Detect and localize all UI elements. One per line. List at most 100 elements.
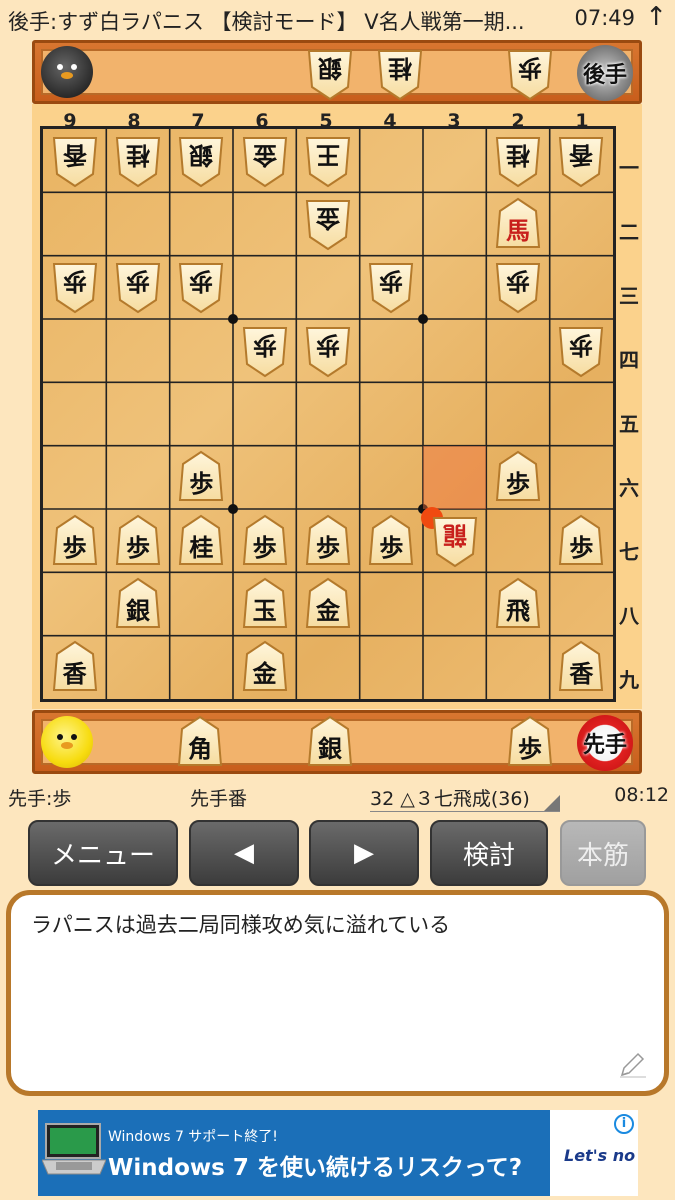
- gote-hand-piece-knight[interactable]: 桂: [375, 47, 425, 101]
- gote-avatar[interactable]: [41, 46, 93, 98]
- board-piece[interactable]: 王: [303, 134, 353, 188]
- turn-indicator: 先手番: [190, 788, 248, 810]
- board-piece[interactable]: 歩: [176, 450, 226, 504]
- ad-headline: Windows 7 を使い続けるリスクって?: [108, 1155, 523, 1181]
- board-piece[interactable]: 歩: [240, 514, 290, 568]
- star-point: [418, 314, 428, 324]
- piece-character: 歩: [126, 533, 150, 562]
- board-piece[interactable]: 歩: [366, 260, 416, 314]
- rank-label: 四: [619, 348, 639, 372]
- pencil-edit-icon[interactable]: [618, 1049, 648, 1079]
- board-piece[interactable]: 金: [240, 134, 290, 188]
- game-title: 後手:すず白ラパニス 【検討モード】 V名人戦第一期...: [8, 10, 525, 34]
- gote-hand-piece-pawn[interactable]: 歩: [505, 47, 555, 101]
- move-selector[interactable]: 32 △３七飛成(36): [370, 784, 560, 812]
- board-piece[interactable]: 歩: [556, 324, 606, 378]
- board-piece[interactable]: 銀: [176, 134, 226, 188]
- board-piece[interactable]: 香: [50, 640, 100, 694]
- rank-label: 一: [619, 156, 639, 180]
- piece-character: 香: [62, 140, 87, 169]
- piece-character: 歩: [252, 533, 277, 562]
- board-piece[interactable]: 金: [303, 577, 353, 631]
- piece-character: 飛: [506, 597, 530, 625]
- piece-character: 香: [569, 140, 594, 169]
- menu-button[interactable]: メニュー: [28, 820, 178, 886]
- board-piece[interactable]: 香: [556, 640, 606, 694]
- board-piece[interactable]: 歩: [493, 260, 543, 314]
- board-piece[interactable]: 歩: [303, 514, 353, 568]
- board-piece[interactable]: 龍: [430, 514, 480, 568]
- board-piece[interactable]: 金: [303, 197, 353, 251]
- sente-avatar[interactable]: [41, 716, 93, 768]
- piece-character: 金: [252, 140, 277, 169]
- upload-arrow-icon: ↑: [645, 2, 667, 32]
- move-origin-highlight: [423, 445, 487, 509]
- avatar-eye: [57, 734, 63, 740]
- next-move-button[interactable]: ▶: [309, 820, 419, 886]
- sente-hand-area: 角 銀 歩 先手: [32, 710, 642, 774]
- avatar-eye: [71, 64, 77, 70]
- piece-character: 歩: [316, 533, 340, 562]
- piece-character: 歩: [189, 267, 214, 296]
- piece-character: 歩: [518, 54, 542, 82]
- piece-character: 龍: [442, 520, 467, 549]
- piece-character: 歩: [62, 533, 87, 562]
- piece-character: 歩: [569, 533, 594, 562]
- piece-character: 歩: [189, 470, 214, 499]
- piece-character: 金: [316, 204, 340, 232]
- board-piece[interactable]: 歩: [556, 514, 606, 568]
- board-piece[interactable]: 馬: [493, 197, 543, 251]
- board-piece[interactable]: 桂: [176, 514, 226, 568]
- board-piece[interactable]: 金: [240, 640, 290, 694]
- clock: 07:49: [574, 6, 635, 30]
- board-piece[interactable]: 桂: [113, 134, 163, 188]
- piece-character: 香: [62, 660, 87, 689]
- piece-character: 桂: [126, 140, 150, 169]
- ad-info-icon[interactable]: i: [614, 1114, 634, 1134]
- board-piece[interactable]: 桂: [493, 134, 543, 188]
- board-piece[interactable]: 歩: [50, 514, 100, 568]
- previous-move-button[interactable]: ◀: [189, 820, 299, 886]
- board-piece[interactable]: 歩: [50, 260, 100, 314]
- ad-blue-panel: Windows 7 サポート終了! Windows 7 を使い続けるリスクって?: [38, 1110, 550, 1196]
- ad-banner[interactable]: Windows 7 サポート終了! Windows 7 を使い続けるリスクって?…: [38, 1110, 638, 1196]
- board-piece[interactable]: 飛: [493, 577, 543, 631]
- ad-brand-logo: Let's no: [564, 1146, 636, 1165]
- move-selector-text: 32 △３七飛成(36): [370, 788, 530, 810]
- board-piece[interactable]: 歩: [176, 260, 226, 314]
- board-piece[interactable]: 歩: [240, 324, 290, 378]
- avatar-eye: [57, 64, 63, 70]
- piece-character: 銀: [318, 735, 342, 763]
- piece-character: 歩: [316, 330, 340, 359]
- piece-character: 歩: [379, 267, 404, 296]
- gote-hand-piece-silver[interactable]: 銀: [305, 47, 355, 101]
- rank-label: 八: [619, 604, 639, 628]
- board-piece[interactable]: 玉: [240, 577, 290, 631]
- rank-label: 五: [619, 412, 639, 436]
- sente-hand-piece-silver[interactable]: 銀: [305, 715, 355, 769]
- rank-label: 七: [619, 540, 639, 564]
- board-piece[interactable]: 歩: [113, 514, 163, 568]
- piece-character: 歩: [379, 533, 404, 562]
- board-piece[interactable]: 歩: [113, 260, 163, 314]
- rank-label: 六: [619, 476, 639, 500]
- board-piece[interactable]: 歩: [366, 514, 416, 568]
- piece-character: 銀: [126, 597, 150, 625]
- rank-label: 三: [619, 284, 639, 308]
- board-piece[interactable]: 香: [556, 134, 606, 188]
- sente-hand-piece-pawn[interactable]: 歩: [505, 715, 555, 769]
- analyze-button[interactable]: 検討: [430, 820, 548, 886]
- main-line-button[interactable]: 本筋: [560, 820, 646, 886]
- comment-box[interactable]: ラパニスは過去二局同様攻め気に溢れている: [6, 890, 669, 1096]
- piece-character: 歩: [506, 470, 530, 499]
- board-piece[interactable]: 香: [50, 134, 100, 188]
- info-row: 先手:歩 先手番 32 △３七飛成(36) 08:12: [0, 782, 675, 812]
- board-piece[interactable]: 歩: [493, 450, 543, 504]
- star-point: [228, 504, 238, 514]
- piece-character: 馬: [506, 217, 530, 245]
- shogi-board[interactable]: 香桂銀金王桂香金馬歩歩歩歩歩歩歩歩歩歩歩歩桂歩歩歩龍歩銀玉金飛香金香: [40, 126, 616, 702]
- board-piece[interactable]: 銀: [113, 577, 163, 631]
- board-piece[interactable]: 歩: [303, 324, 353, 378]
- sente-hand-piece-bishop[interactable]: 角: [175, 715, 225, 769]
- piece-character: 桂: [388, 54, 412, 82]
